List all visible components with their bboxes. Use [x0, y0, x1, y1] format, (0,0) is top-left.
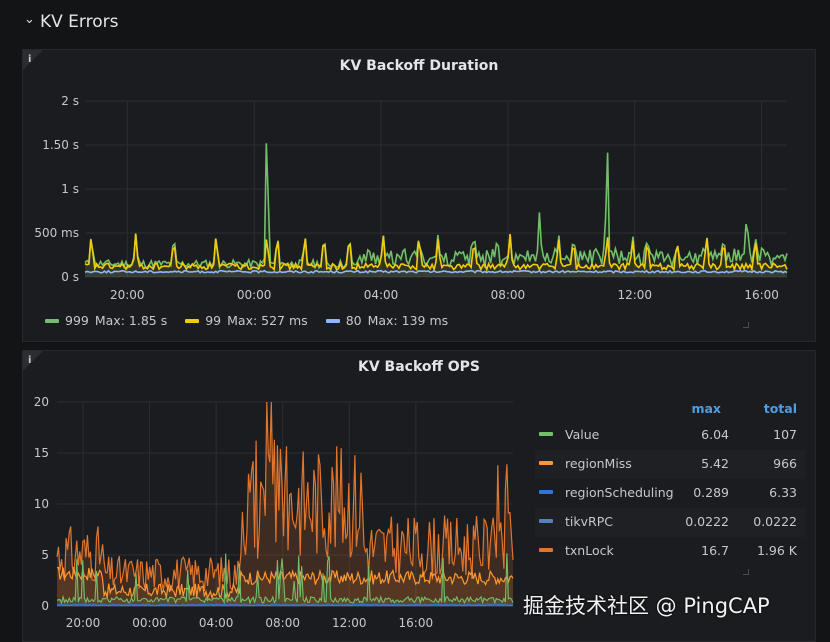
y-tick-label: 0: [41, 599, 49, 613]
legend-swatch: [185, 318, 200, 323]
legend-series-max: 5.42: [701, 456, 729, 471]
legend-series-stat: Max: 527 ms: [227, 313, 308, 328]
series-line-999: [84, 143, 788, 271]
legend-row-txnlock[interactable]: txnLock 16.7 1.96 K: [535, 537, 805, 566]
legend-series-total: 107: [773, 427, 797, 442]
y-tick-label: 5: [41, 548, 49, 562]
legend-series-max: 0.0222: [685, 514, 729, 529]
legend-item-80[interactable]: 80 Max: 139 ms: [325, 313, 449, 328]
legend-swatch: [325, 318, 340, 323]
x-tick-label: 08:00: [265, 616, 300, 630]
legend-series-total: 1.96 K: [756, 543, 797, 558]
y-tick-label: 20: [34, 395, 49, 409]
legend-series-total: 0.0222: [753, 514, 797, 529]
legend-series-name: 999: [65, 313, 89, 328]
legend-series-max: 6.04: [701, 427, 729, 442]
x-tick-label: 00:00: [132, 616, 167, 630]
y-tick-label: 15: [34, 446, 49, 460]
legend: 999 Max: 1.85 s 99 Max: 527 ms 80 Max: 1…: [45, 313, 448, 328]
legend-series-total: 966: [773, 456, 797, 471]
legend-series-stat: Max: 1.85 s: [94, 313, 168, 328]
legend-item-99[interactable]: 99 Max: 527 ms: [185, 313, 308, 328]
legend-series-max: 16.7: [701, 543, 729, 558]
legend-header-total[interactable]: total: [764, 401, 797, 416]
resize-handle[interactable]: [743, 322, 749, 328]
x-tick-label: 16:00: [744, 288, 779, 302]
legend-series-name: 99: [205, 313, 222, 328]
watermark: 掘金技术社区 @ PingCAP: [523, 594, 770, 618]
legend-row-value[interactable]: Value 6.04 107: [535, 421, 805, 450]
legend-swatch: [539, 519, 553, 523]
legend-series-max: 0.289: [693, 485, 729, 500]
y-tick-label: 10: [34, 497, 49, 511]
chart-kv-backoff-duration: 0 s 500 ms 1 s 1.50 s 2 s 20:00 00:00 04:00 08:0…: [34, 94, 788, 302]
legend-series-name: tikvRPC: [565, 514, 613, 529]
legend-series-name: regionScheduling: [565, 485, 674, 500]
legend-series-name: Value: [565, 427, 600, 442]
resize-handle[interactable]: [743, 569, 749, 575]
legend-swatch: [539, 461, 553, 465]
legend-swatch: [539, 548, 553, 552]
legend-row-regionscheduling[interactable]: regionScheduling 0.289 6.33: [535, 479, 805, 508]
row-title: KV Errors: [40, 12, 119, 32]
legend-swatch: [539, 490, 553, 494]
legend-row-tikvrpc[interactable]: tikvRPC 0.0222 0.0222: [535, 508, 805, 537]
x-tick-label: 20:00: [110, 288, 145, 302]
x-tick-label: 00:00: [237, 288, 272, 302]
chevron-down-icon[interactable]: ⌄: [24, 12, 35, 27]
row-header-kv-errors[interactable]: ⌄ KV Errors: [0, 0, 830, 44]
x-tick-label: 04:00: [199, 616, 234, 630]
panel-kv-backoff-duration: i KV Backoff Duration 0 s 500 ms 1 s 1.50 s…: [22, 49, 816, 342]
legend-series-name: txnLock: [565, 543, 614, 558]
legend-swatch: [45, 318, 59, 323]
y-tick-label: 0 s: [61, 270, 79, 284]
x-tick-label: 04:00: [364, 288, 399, 302]
legend-swatch: [539, 432, 553, 436]
legend-header-max[interactable]: max: [691, 401, 721, 416]
chart-kv-backoff-ops: 0 5 10 15 20 20:00 00:00 04:00 08:00 12:00 16:00: [34, 395, 514, 630]
y-tick-label: 1.50 s: [42, 138, 79, 152]
y-tick-label: 500 ms: [34, 226, 79, 240]
x-tick-label: 20:00: [66, 616, 101, 630]
x-tick-label: 12:00: [617, 288, 652, 302]
y-tick-label: 2 s: [61, 94, 79, 108]
x-tick-label: 12:00: [332, 616, 367, 630]
legend-row-regionmiss[interactable]: regionMiss 5.42 966: [535, 450, 805, 479]
legend-series-stat: Max: 139 ms: [367, 313, 449, 328]
legend-series-name: 80: [345, 313, 362, 328]
y-tick-label: 1 s: [61, 182, 79, 196]
legend-series-name: regionMiss: [565, 456, 632, 471]
legend-item-999[interactable]: 999 Max: 1.85 s: [45, 313, 167, 328]
legend-series-total: 6.33: [769, 485, 797, 500]
x-tick-label: 16:00: [399, 616, 434, 630]
x-tick-label: 08:00: [491, 288, 526, 302]
